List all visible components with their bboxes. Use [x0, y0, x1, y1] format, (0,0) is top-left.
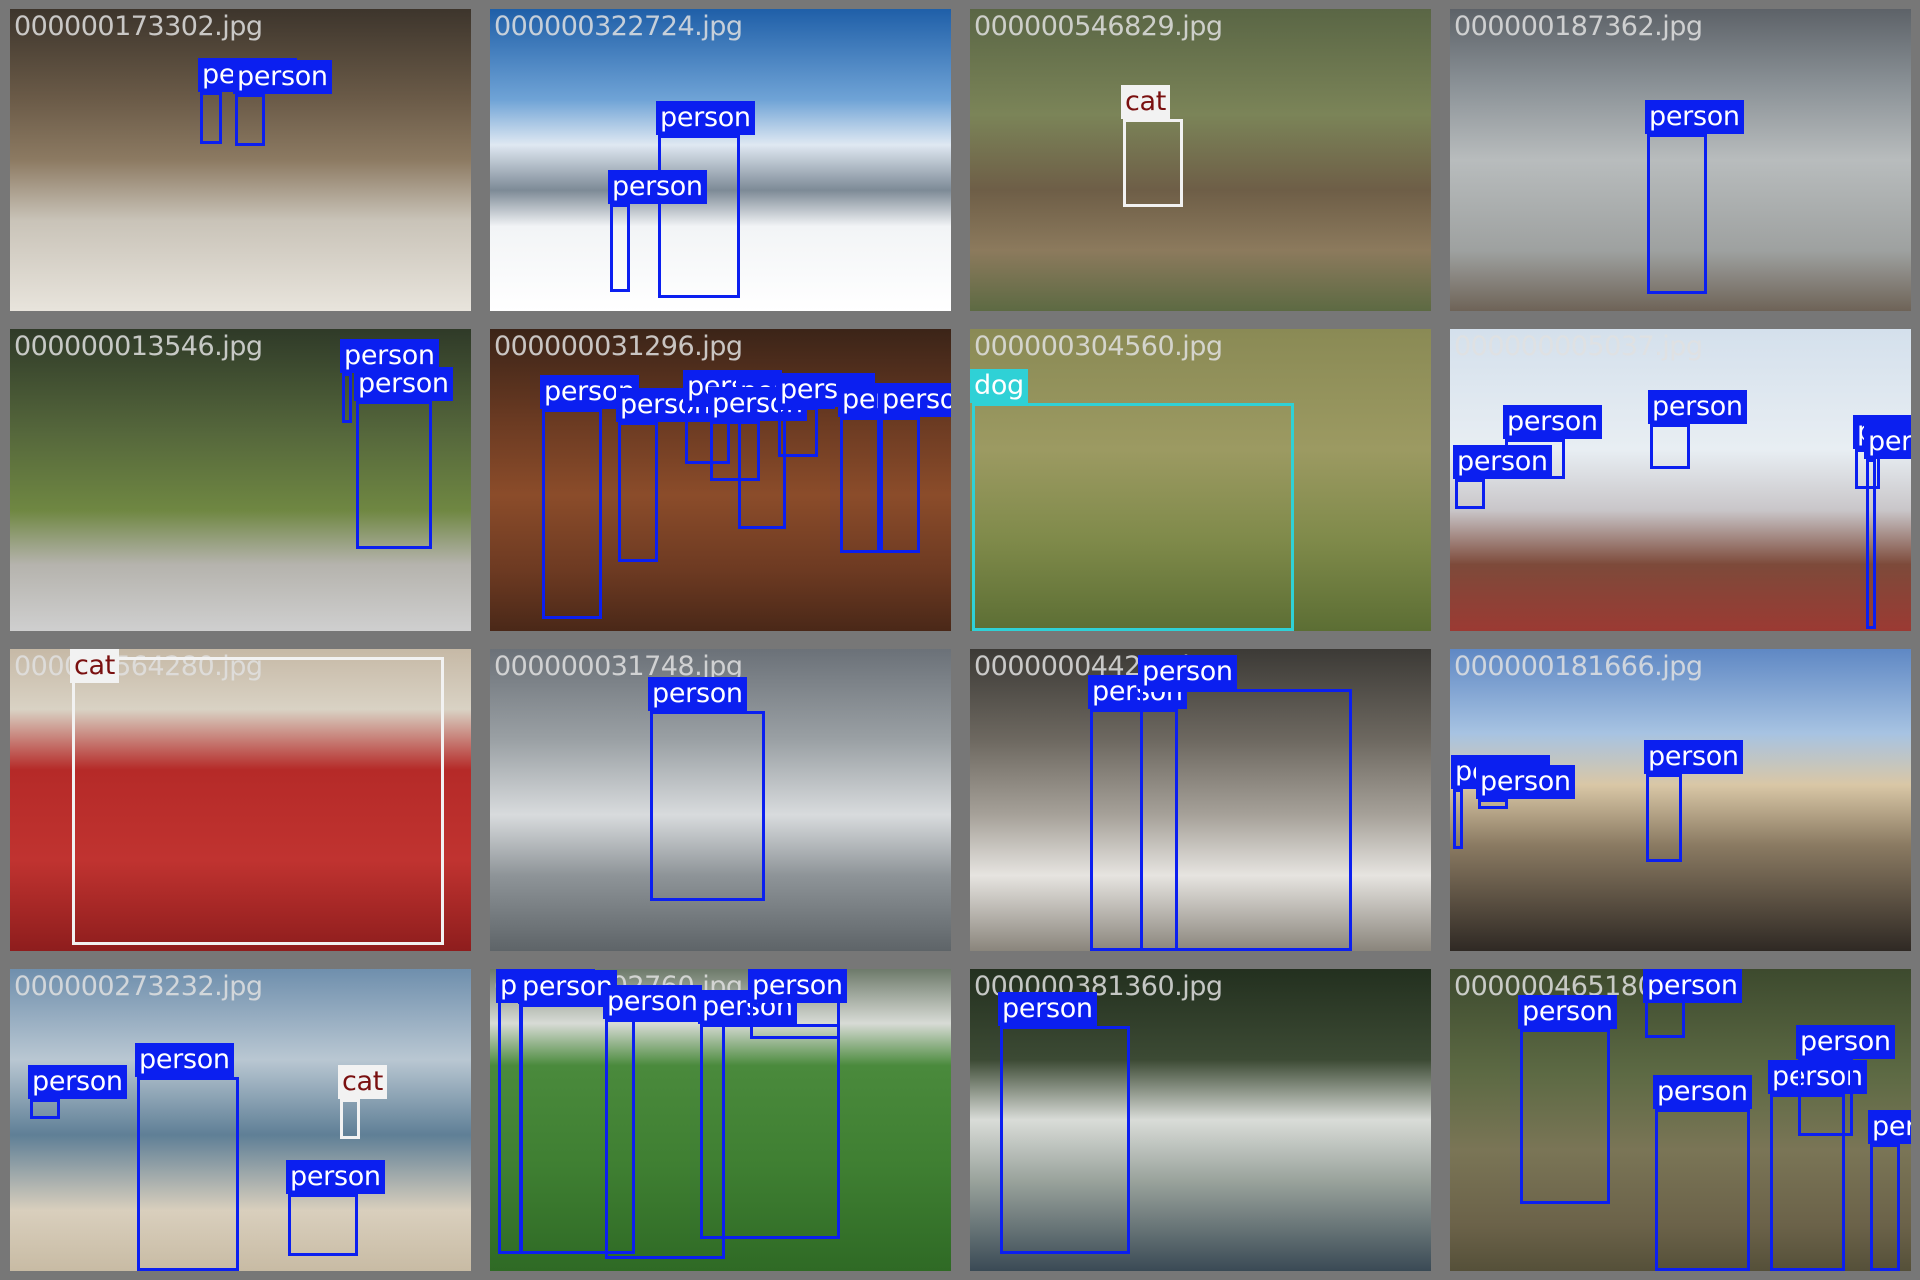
- detection-box-person: [750, 999, 840, 1039]
- detection-label-person: person: [1453, 445, 1552, 479]
- detection-box-person: [1478, 799, 1508, 809]
- detection-box-cat: [72, 657, 444, 945]
- image-tile: 000000273232.jpg person person person cat: [10, 969, 471, 1271]
- detection-grid: 000000173302.jpgpersonperson000000322724…: [0, 0, 1920, 1280]
- detection-label-person: person: [1648, 390, 1747, 424]
- detection-label-cat: cat: [1121, 85, 1171, 119]
- photo: [1450, 329, 1911, 631]
- detection-box-person: [1520, 1029, 1610, 1204]
- detection-box-person: [1655, 1109, 1750, 1271]
- detection-label-person: person: [648, 677, 747, 711]
- detection-box-person: [1646, 774, 1682, 862]
- detection-box-cat: [340, 1099, 360, 1139]
- detection-box-person: [1866, 459, 1876, 629]
- detection-box-person: [137, 1077, 239, 1271]
- detection-box-person: [650, 711, 765, 901]
- detection-label-dog: dog: [970, 369, 1028, 403]
- detection-label-person: person: [518, 970, 617, 1004]
- detection-label-person: person: [656, 101, 755, 135]
- detection-label-person: person: [1138, 655, 1237, 689]
- detection-box-person: [30, 1099, 60, 1119]
- image-tile: 000000302760.jpgpersonpersonpersonperson…: [490, 969, 951, 1271]
- detection-label-person: person: [878, 383, 951, 417]
- detection-box-person: [1453, 789, 1463, 849]
- detection-box-person: [356, 401, 432, 549]
- photo: [10, 9, 471, 311]
- detection-label-person: person: [1644, 740, 1743, 774]
- image-tile: 000000187362.jpg person: [1450, 9, 1911, 311]
- detection-box-person: [778, 407, 818, 457]
- image-tile: 000000381360.jpg person: [970, 969, 1431, 1271]
- detection-label-person: person: [1796, 1025, 1895, 1059]
- detection-label-person: person: [1518, 995, 1617, 1029]
- detection-box-person: [1650, 424, 1690, 469]
- image-tile: 000000031748.jpg person: [490, 649, 951, 951]
- detection-label-person: person: [1503, 405, 1602, 439]
- detection-label-person: person: [1476, 765, 1575, 799]
- image-tile: 000000044279.jpg person person: [970, 649, 1431, 951]
- detection-box-person: [235, 94, 265, 146]
- image-tile: 000000013546.jpg person person: [10, 329, 471, 631]
- image-tile: 000000173302.jpgpersonperson: [10, 9, 471, 311]
- photo: [970, 9, 1431, 311]
- detection-label-person: person: [608, 170, 707, 204]
- detection-box-cat: [1123, 119, 1183, 207]
- detection-label-person: person: [1864, 425, 1911, 459]
- detection-box-dog: [972, 403, 1294, 631]
- detection-box-person: [658, 135, 740, 298]
- image-tile: 000000546829.jpg cat: [970, 9, 1431, 311]
- image-tile: 000000465180.jpg person person person person…: [1450, 969, 1911, 1271]
- image-tile: 000000564280.jpg cat: [10, 649, 471, 951]
- detection-label-person: person: [233, 60, 332, 94]
- detection-label-person: person: [603, 985, 702, 1019]
- detection-label-person: person: [286, 1160, 385, 1194]
- detection-label-person: person: [354, 367, 453, 401]
- detection-label-person: person: [998, 992, 1097, 1026]
- detection-label-person: person: [135, 1043, 234, 1077]
- detection-label-cat: cat: [338, 1065, 388, 1099]
- detection-box-person: [542, 409, 602, 619]
- photo: [10, 969, 471, 1271]
- detection-box-person: [200, 92, 222, 144]
- detection-box-person: [710, 421, 760, 481]
- image-tile: 000000304560.jpg dog: [970, 329, 1431, 631]
- detection-box-person: [618, 422, 658, 562]
- detection-label-person: person: [1643, 969, 1742, 1003]
- detection-label-cat: cat: [70, 649, 120, 683]
- detection-box-person: [1455, 479, 1485, 509]
- detection-label-person: person: [1645, 100, 1744, 134]
- detection-box-person: [610, 204, 630, 292]
- detection-box-person: [880, 417, 920, 553]
- detection-box-person: [1798, 1059, 1853, 1136]
- image-tile: 000000181666.jpgpersonpersonperson: [1450, 649, 1911, 951]
- detection-box-person: [840, 417, 880, 553]
- image-tile: 000000031296.jpg person person person person…: [490, 329, 951, 631]
- image-tile: 000000005037.jpgpersonpersonpersonperson…: [1450, 329, 1911, 631]
- detection-box-person: [700, 1024, 840, 1239]
- detection-box-person: [1140, 689, 1352, 951]
- detection-box-person: [1870, 1144, 1900, 1271]
- detection-label-person: person: [1868, 1110, 1911, 1144]
- detection-box-person: [1647, 134, 1707, 294]
- detection-label-person: person: [1653, 1075, 1752, 1109]
- detection-box-person: [342, 373, 352, 423]
- image-tile: 000000322724.jpg person person: [490, 9, 951, 311]
- detection-label-person: person: [748, 969, 847, 1003]
- detection-box-person: [498, 999, 522, 1254]
- detection-box-person: [288, 1194, 358, 1256]
- detection-label-person: person: [28, 1065, 127, 1099]
- detection-box-person: [1000, 1026, 1130, 1254]
